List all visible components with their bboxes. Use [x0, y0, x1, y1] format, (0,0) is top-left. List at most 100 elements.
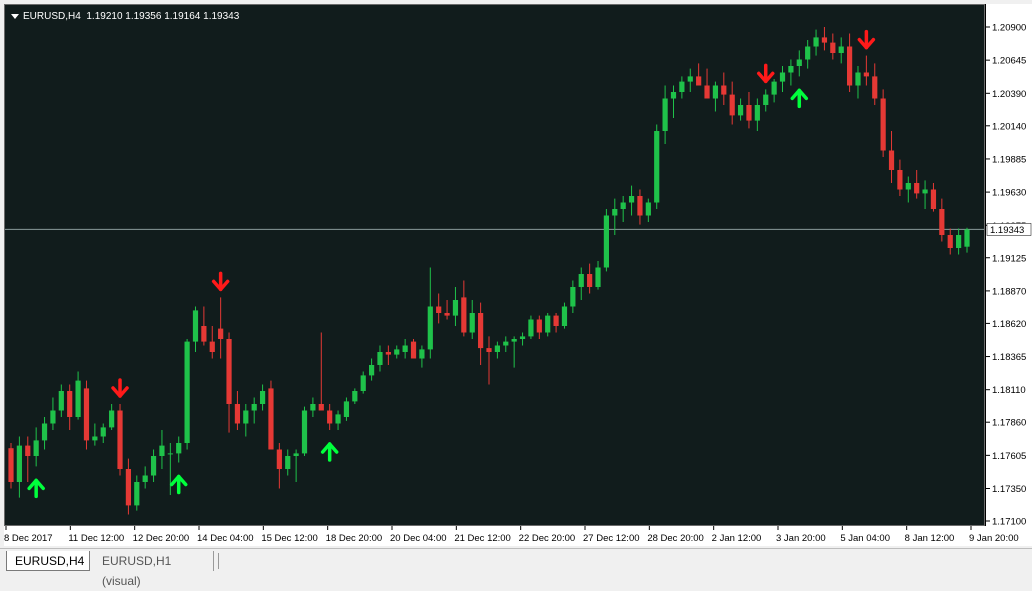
candle-body	[964, 229, 970, 247]
candle-body	[511, 339, 517, 342]
chart-plot-area[interactable]: EURUSD,H4 1.19210 1.19356 1.19164 1.1934…	[4, 4, 985, 526]
candle	[327, 404, 333, 430]
candle-body	[251, 404, 257, 411]
sell-arrow-icon	[756, 63, 775, 84]
candle-body	[645, 202, 651, 216]
candle	[67, 384, 73, 430]
candlestick-chart[interactable]	[5, 5, 984, 525]
candle	[721, 72, 727, 105]
candle-body	[285, 456, 291, 469]
candle	[696, 63, 702, 86]
candle	[16, 436, 22, 498]
candle-body	[419, 349, 425, 359]
price-tick-label: 1.19885	[992, 154, 1026, 165]
price-tick-label: 1.20900	[992, 23, 1026, 34]
candle-body	[796, 59, 802, 66]
candle	[268, 380, 274, 450]
time-tick-label: 27 Dec 12:00	[583, 533, 640, 544]
candle	[679, 76, 685, 99]
candle-body	[310, 404, 316, 411]
candle-body	[478, 313, 484, 349]
candle	[855, 66, 861, 99]
candle	[385, 345, 391, 365]
time-axis[interactable]: 8 Dec 2017 11 Dec 12:00 12 Dec 20:00 14 Dec…	[4, 526, 1032, 546]
buy-arrow-icon	[320, 442, 339, 462]
candle	[234, 391, 241, 430]
candle-body	[788, 66, 794, 73]
candle-body	[394, 349, 400, 355]
tab-divider	[218, 553, 219, 569]
candle-body	[469, 313, 475, 333]
price-tick-label: 1.19630	[992, 188, 1026, 199]
candle	[645, 198, 651, 222]
candle	[587, 263, 593, 294]
time-tick-label: 8 Dec 2017	[4, 533, 53, 544]
candle-body	[234, 404, 241, 424]
time-tick-label: 12 Dec 20:00	[133, 533, 190, 544]
price-tick-label: 1.18620	[992, 319, 1026, 330]
time-tick-label: 22 Dec 20:00	[519, 533, 576, 544]
candle	[25, 436, 31, 482]
candle	[452, 287, 459, 326]
candle	[846, 33, 853, 92]
candle	[905, 176, 911, 203]
candle	[956, 228, 962, 255]
candle	[259, 384, 266, 411]
candle-body	[368, 365, 375, 376]
price-tick-label: 1.18870	[992, 286, 1026, 297]
candle	[318, 332, 324, 411]
candle	[561, 302, 568, 329]
candle-body	[561, 306, 568, 326]
time-axis-svg: 8 Dec 2017 11 Dec 12:00 12 Dec 20:00 14 Dec…	[4, 526, 1019, 544]
price-axis-svg: 1.20900 1.20645 1.20390 1.20140 1.19885 1.196…	[986, 23, 1032, 526]
price-tick-label: 1.18110	[992, 385, 1026, 396]
dropdown-triangle-icon[interactable]	[11, 13, 19, 19]
candle-body	[486, 348, 492, 352]
candle	[444, 300, 450, 320]
candle	[176, 436, 182, 463]
candle-body	[125, 469, 132, 506]
candle-body	[452, 300, 459, 316]
candle	[813, 29, 819, 56]
candle	[897, 159, 903, 196]
candle-body	[779, 72, 786, 82]
candle	[922, 180, 928, 209]
candle-body	[637, 196, 643, 216]
candle-body	[947, 235, 953, 248]
candle	[167, 443, 173, 495]
candle-body	[109, 410, 115, 428]
candle-body	[897, 170, 903, 190]
candle-body	[142, 475, 148, 482]
candle	[368, 358, 375, 381]
candle-body	[494, 345, 500, 352]
candle-body	[301, 410, 308, 454]
candle-body	[830, 42, 836, 53]
candle-body	[603, 215, 610, 268]
candle-body	[276, 449, 282, 469]
tab-eurusd-h4[interactable]: EURUSD,H4	[6, 551, 90, 571]
tab-eurusd-h1-visual[interactable]: EURUSD,H1 (visual)	[94, 551, 214, 588]
candle	[33, 427, 39, 467]
candle-body	[58, 391, 64, 411]
candle-body	[687, 76, 693, 82]
candle	[763, 89, 769, 112]
candle-body	[838, 46, 844, 53]
candle-body	[620, 202, 626, 209]
candle-body	[587, 274, 593, 287]
candle-body	[117, 410, 123, 469]
candle-body	[293, 453, 299, 456]
candle-body	[737, 105, 744, 116]
candle-body	[519, 336, 526, 339]
candle-body	[813, 37, 819, 47]
price-tick-label: 1.17860	[992, 418, 1026, 429]
candle	[796, 50, 802, 77]
price-axis[interactable]: 1.20900 1.20645 1.20390 1.20140 1.19885 1.196…	[985, 4, 1032, 526]
candle	[427, 267, 433, 359]
candle-body	[696, 76, 702, 86]
candle	[150, 449, 157, 482]
candle-body	[628, 196, 635, 203]
candle	[754, 98, 760, 131]
candle-body	[704, 85, 710, 99]
candle	[494, 341, 500, 359]
candle-body	[75, 380, 81, 417]
